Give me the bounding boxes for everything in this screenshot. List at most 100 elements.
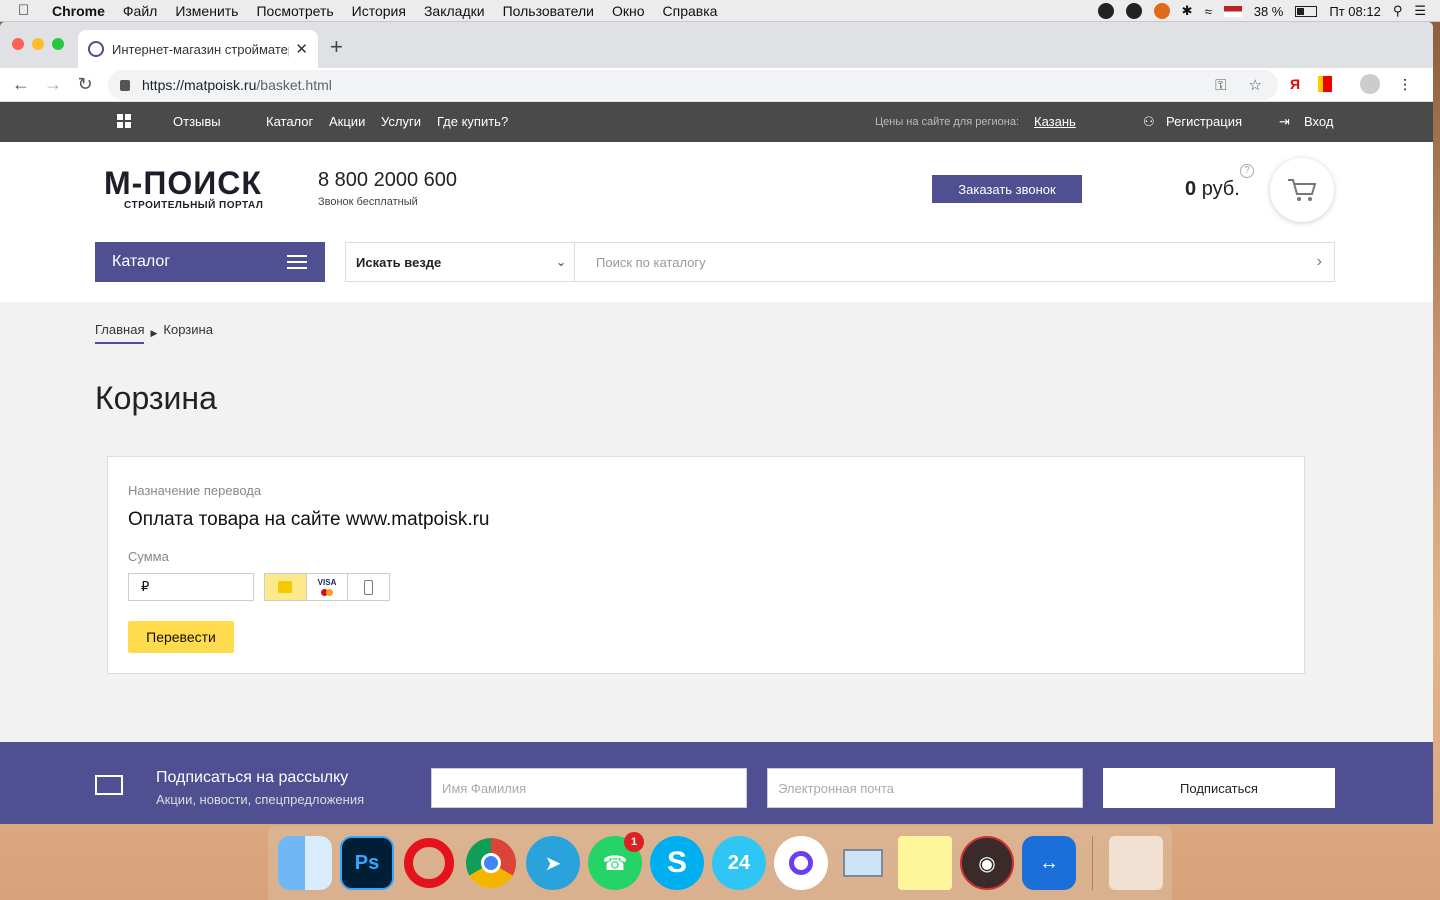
nav-where-to-buy[interactable]: Где купить? — [437, 114, 508, 129]
menu-file[interactable]: Файл — [123, 3, 157, 19]
video-app-icon[interactable]: ◉ — [960, 836, 1014, 890]
phone-number[interactable]: 8 800 2000 600 — [318, 169, 457, 192]
bluetooth-icon[interactable]: ✱ — [1182, 3, 1193, 19]
yandex-extension-icon[interactable]: Я — [1290, 76, 1300, 92]
bookmark-star-icon[interactable]: ☆ — [1249, 76, 1262, 94]
cart-icon — [1288, 179, 1317, 201]
battery-percent[interactable]: 38 % — [1254, 4, 1284, 19]
photoshop-label: Ps — [354, 851, 380, 874]
email-field[interactable]: Электронная почта — [767, 768, 1083, 808]
phone-icon — [364, 579, 374, 595]
flag-icon[interactable] — [1223, 5, 1242, 17]
ruble-sign: ₽ — [141, 579, 150, 594]
chrome-menu-icon[interactable]: ⋮ — [1398, 76, 1412, 93]
browser-tab-active[interactable]: Интернет-магазин стройматериалов ✕ — [78, 30, 318, 68]
catalog-menu-button[interactable]: Каталог — [95, 242, 325, 282]
email-placeholder: Электронная почта — [778, 780, 895, 796]
close-window-button[interactable] — [12, 38, 24, 50]
cart-currency: руб. — [1201, 178, 1240, 200]
skype-icon[interactable]: S — [650, 836, 704, 890]
phone-note: Звонок бесплатный — [318, 196, 418, 208]
menu-history[interactable]: История — [352, 3, 406, 19]
finder-icon[interactable] — [278, 836, 332, 890]
bookmark-extension-icon[interactable] — [1318, 76, 1333, 92]
region-label: Цены на сайте для региона: — [875, 116, 1019, 128]
key-icon[interactable]: ⚿ — [1215, 77, 1226, 94]
nav-reviews[interactable]: Отзывы — [173, 114, 221, 129]
url-path: /basket.html — [256, 77, 332, 93]
zoom-window-button[interactable] — [52, 38, 64, 50]
photoshop-icon[interactable]: Ps — [340, 836, 394, 890]
menu-view[interactable]: Посмотреть — [256, 3, 333, 19]
nav-services[interactable]: Услуги — [381, 114, 421, 129]
chrome-icon[interactable] — [464, 836, 518, 890]
nav-catalog[interactable]: Каталог — [266, 114, 313, 129]
address-bar[interactable]: https://matpoisk.ru/basket.html ⚿ ☆ — [108, 70, 1278, 100]
trash-icon[interactable] — [1109, 836, 1163, 890]
login-icon[interactable]: ⇥ — [1279, 114, 1290, 130]
wifi-icon[interactable]: ≈ — [1205, 4, 1212, 19]
forward-button[interactable]: → — [42, 74, 64, 95]
screen-sharing-icon[interactable] — [836, 836, 890, 890]
login-link[interactable]: Вход — [1304, 114, 1333, 129]
new-tab-button[interactable]: + — [330, 34, 343, 60]
amount-input[interactable]: ₽ — [128, 573, 254, 601]
yandex-money-method[interactable] — [265, 574, 307, 600]
pay-button[interactable]: Перевести — [128, 621, 234, 653]
nav-promotions[interactable]: Акции — [329, 114, 365, 129]
newsletter-subtitle: Акции, новости, спецпредложения — [156, 792, 365, 807]
spotlight-search-icon[interactable]: ⚲ — [1393, 3, 1403, 19]
notes-icon[interactable] — [898, 836, 952, 890]
help-icon[interactable]: ? — [1240, 164, 1254, 178]
browser-toolbar: ← → ↻ https://matpoisk.ru/basket.html ⚿ … — [0, 68, 1433, 102]
clock[interactable]: Пт 08:12 — [1329, 4, 1380, 19]
menu-app-name[interactable]: Chrome — [52, 3, 105, 19]
chevron-right-icon[interactable]: › — [1317, 253, 1322, 271]
menu-bookmarks[interactable]: Закладки — [424, 3, 485, 19]
newsletter-footer: Подписаться на рассылку Акции, новости, … — [0, 742, 1433, 824]
menu-window[interactable]: Окно — [612, 3, 645, 19]
name-field[interactable]: Имя Фамилия — [431, 768, 747, 808]
site-logo[interactable]: М-ПОИСК СТРОИТЕЛЬНЫЙ ПОРТАЛ — [104, 166, 289, 211]
whatsapp-icon[interactable]: ☎ 1 — [588, 832, 644, 890]
status-app-icon[interactable] — [1097, 3, 1114, 19]
dock-divider — [1092, 836, 1093, 890]
search-placeholder: Поиск по каталогу — [596, 254, 706, 270]
user-icon[interactable]: ⚇ — [1143, 114, 1155, 130]
bitrix-status-icon[interactable] — [1125, 3, 1142, 19]
opera-icon[interactable] — [402, 836, 456, 890]
menu-edit[interactable]: Изменить — [175, 3, 238, 19]
mastercard-icon — [321, 589, 333, 596]
cart-button[interactable] — [1270, 158, 1334, 222]
search-scope-select[interactable]: Искать везде ⌄ — [345, 242, 575, 282]
menu-help[interactable]: Справка — [663, 3, 718, 19]
sync-status-icon[interactable] — [1153, 3, 1170, 19]
bitrix24-icon[interactable]: 24 — [712, 836, 766, 890]
breadcrumb-home[interactable]: Главная — [95, 322, 145, 344]
register-link[interactable]: Регистрация — [1166, 114, 1242, 129]
minimize-window-button[interactable] — [32, 38, 44, 50]
menu-users[interactable]: Пользователи — [503, 3, 594, 19]
macos-menubar:  Chrome Файл Изменить Посмотреть Истори… — [0, 0, 1440, 22]
browser-window: Интернет-магазин стройматериалов ✕ + ← →… — [0, 22, 1433, 824]
teamviewer-icon[interactable]: ↔ — [1022, 836, 1076, 890]
reload-button[interactable]: ↻ — [74, 74, 96, 95]
amount-label: Сумма — [128, 549, 169, 564]
back-button[interactable]: ← — [10, 74, 32, 95]
callback-button[interactable]: Заказать звонок — [932, 175, 1082, 203]
mobile-method[interactable] — [348, 574, 389, 600]
region-select[interactable]: Казань — [1034, 114, 1076, 129]
close-tab-icon[interactable]: ✕ — [295, 40, 308, 58]
notification-center-icon[interactable]: ☰ — [1414, 3, 1426, 19]
profile-avatar[interactable] — [1360, 74, 1381, 94]
catalog-search-input[interactable]: Поиск по каталогу › — [574, 242, 1335, 282]
payment-method-selector: VISA — [264, 573, 390, 601]
subscribe-button[interactable]: Подписаться — [1103, 768, 1335, 808]
telegram-icon[interactable]: ➤ — [526, 836, 580, 890]
apple-icon[interactable]:  — [18, 2, 36, 19]
messenger-icon[interactable] — [774, 836, 828, 890]
apps-grid-icon[interactable] — [117, 114, 131, 128]
lock-icon[interactable] — [120, 79, 130, 91]
battery-icon[interactable] — [1295, 5, 1318, 17]
card-method[interactable]: VISA — [307, 574, 349, 600]
